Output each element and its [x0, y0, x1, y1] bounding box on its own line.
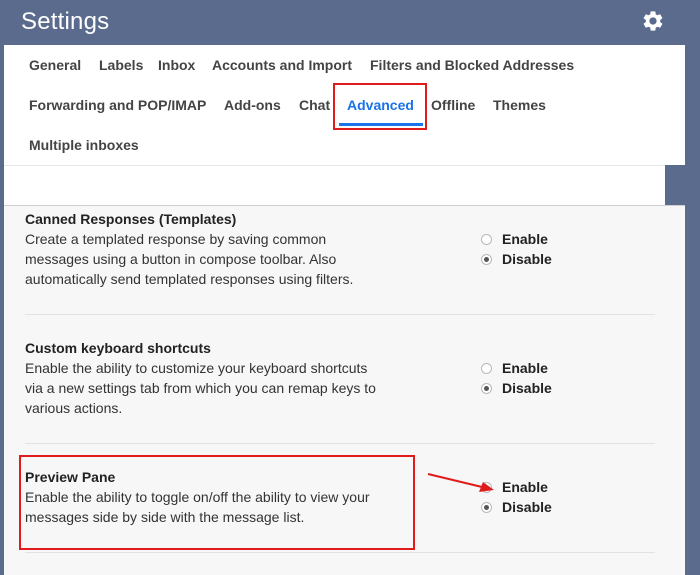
section-divider: [25, 443, 655, 444]
side-strip: [665, 165, 685, 205]
tab-forwarding-and-pop-imap[interactable]: Forwarding and POP/IMAP: [29, 97, 206, 113]
tab-labels[interactable]: Labels: [99, 57, 143, 73]
tab-add-ons[interactable]: Add-ons: [224, 97, 281, 113]
radio-button[interactable]: [481, 382, 492, 394]
radio-button[interactable]: [481, 501, 492, 513]
preview-pane-disable-option[interactable]: Disable: [481, 497, 552, 517]
setting-description: Enable the ability to customize your key…: [25, 360, 376, 416]
tab-themes[interactable]: Themes: [493, 97, 546, 113]
setting-custom-keyboard-shortcuts: Custom keyboard shortcuts Enable the abi…: [25, 338, 665, 418]
setting-title: Canned Responses (Templates): [25, 211, 237, 227]
radio-label: Enable: [502, 231, 548, 247]
setting-description: Create a templated response by saving co…: [25, 231, 354, 287]
highlight-box-preview-pane: [19, 455, 415, 550]
radio-label: Disable: [502, 380, 552, 396]
tab-offline[interactable]: Offline: [431, 97, 475, 113]
keyboard-shortcuts-enable-option[interactable]: Enable: [481, 358, 548, 378]
radio-button[interactable]: [481, 362, 492, 374]
tab-multiple-inboxes[interactable]: Multiple inboxes: [29, 137, 139, 153]
keyboard-shortcuts-disable-option[interactable]: Disable: [481, 378, 552, 398]
tab-accounts-and-import[interactable]: Accounts and Import: [212, 57, 352, 73]
radio-button[interactable]: [481, 253, 492, 265]
radio-label: Enable: [502, 479, 548, 495]
canned-responses-enable-option[interactable]: Enable: [481, 229, 548, 249]
page-title: Settings: [21, 8, 110, 35]
section-divider: [25, 552, 655, 553]
radio-label: Disable: [502, 251, 552, 267]
section-divider: [25, 314, 655, 315]
tab-inbox[interactable]: Inbox: [158, 57, 195, 73]
canned-responses-disable-option[interactable]: Disable: [481, 249, 552, 269]
arrow-icon: [427, 473, 494, 492]
radio-label: Enable: [502, 360, 548, 376]
highlight-box-advanced-tab: [333, 83, 427, 130]
tab-chat[interactable]: Chat: [299, 97, 330, 113]
settings-header: Settings: [0, 0, 700, 45]
gear-icon[interactable]: [641, 9, 665, 33]
tabs-divider: [4, 165, 685, 166]
setting-title: Custom keyboard shortcuts: [25, 340, 211, 356]
radio-button[interactable]: [481, 233, 492, 245]
tab-filters-and-blocked-addresses[interactable]: Filters and Blocked Addresses: [370, 57, 574, 73]
radio-label: Disable: [502, 499, 552, 515]
setting-canned-responses: Canned Responses (Templates) Create a te…: [25, 209, 665, 289]
tab-general[interactable]: General: [29, 57, 81, 73]
